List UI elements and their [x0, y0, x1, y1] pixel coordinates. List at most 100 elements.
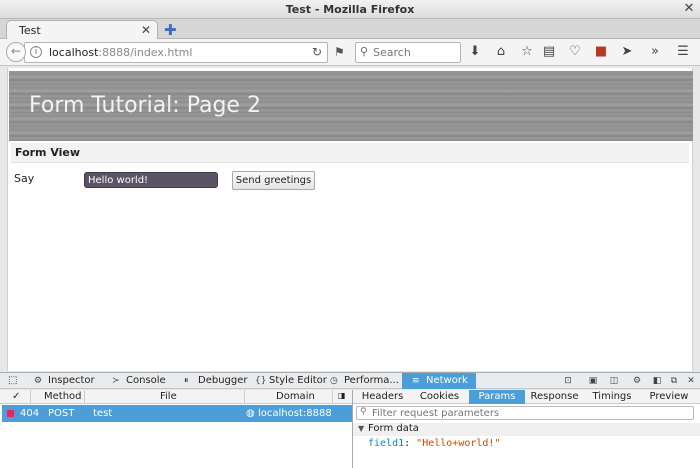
tab-network[interactable]: ≡ Network: [402, 373, 476, 389]
tab-headers[interactable]: Headers: [353, 390, 412, 404]
tab-timings[interactable]: Timings: [584, 390, 640, 404]
dock-side-icon[interactable]: ◧: [650, 374, 664, 388]
param-key: field1: [368, 438, 405, 449]
tab-style-editor-label: Style Editor: [269, 375, 327, 386]
section-header: Form View: [11, 143, 689, 163]
page-content: Form Tutorial: Page 2 Form View Say Send…: [7, 68, 693, 371]
split-console-icon[interactable]: ⊡: [561, 374, 575, 388]
reading-list-icon[interactable]: ▤: [540, 43, 558, 61]
column-divider: [332, 390, 333, 404]
param-colon: :: [404, 438, 417, 449]
window-titlebar: Test - Mozilla Firefox ✕: [0, 0, 700, 19]
tab-inspector-label: Inspector: [48, 375, 95, 386]
tab-performance-label: Performa...: [344, 375, 399, 386]
tab-console[interactable]: ≻ Console: [112, 373, 166, 389]
site-info-icon[interactable]: i: [30, 46, 42, 58]
settings-gear-icon[interactable]: ⚙: [630, 374, 644, 388]
search-bar[interactable]: ⚲: [355, 42, 461, 63]
search-icon: ⚲: [360, 45, 369, 58]
tab-strip: Test ✕ ✚: [0, 19, 700, 40]
clock-icon: ◷: [330, 376, 338, 386]
url-extension-icon[interactable]: ⚑: [334, 45, 345, 59]
window-close-icon[interactable]: ✕: [682, 2, 696, 16]
form-data-header[interactable]: ▼ Form data: [353, 423, 700, 436]
undock-window-icon[interactable]: ⧉: [667, 374, 681, 388]
tab-debugger[interactable]: ⏸ Debugger: [184, 373, 248, 389]
url-path: :8888/index.html: [98, 46, 193, 59]
back-button-icon[interactable]: ←: [6, 42, 26, 62]
tab-label: Test: [19, 24, 41, 37]
search-input[interactable]: [373, 45, 457, 60]
col-domain[interactable]: Domain: [276, 391, 315, 402]
tab-style-editor[interactable]: {} Style Editor: [255, 373, 327, 389]
request-status: 404: [20, 408, 40, 419]
devtools-close-icon[interactable]: ✕: [684, 374, 698, 388]
column-divider: [244, 390, 245, 404]
send-icon[interactable]: ➤: [618, 43, 636, 61]
url-bar[interactable]: i localhost:8888/index.html ↻: [24, 42, 328, 63]
url-text: localhost:8888/index.html: [49, 46, 192, 59]
bookmark-star-icon[interactable]: ☆: [518, 43, 536, 61]
globe-icon: ◍: [246, 408, 255, 419]
tab-console-label: Console: [126, 375, 166, 386]
tab-close-icon[interactable]: ✕: [141, 23, 151, 37]
col-method[interactable]: Method: [44, 391, 82, 402]
tab-network-label: Network: [426, 375, 468, 386]
browser-tab-test[interactable]: Test ✕: [6, 20, 158, 40]
request-file: test: [93, 408, 113, 419]
pause-icon: ⏸: [184, 376, 189, 386]
send-greetings-button[interactable]: Send greetings: [232, 171, 315, 190]
tab-debugger-label: Debugger: [198, 375, 248, 386]
col-status[interactable]: ✓: [12, 391, 20, 402]
tab-inspector[interactable]: ⚙ Inspector: [34, 373, 95, 389]
home-icon[interactable]: ⌂: [492, 43, 510, 61]
filter-params-input[interactable]: [372, 407, 690, 419]
hamburger-menu-icon[interactable]: ☰: [674, 43, 692, 61]
gear-icon: ⚙: [34, 376, 43, 386]
tab-cookies[interactable]: Cookies: [412, 390, 467, 404]
param-value: "Hello+world!": [416, 438, 501, 449]
pocket-icon[interactable]: ♡: [566, 43, 584, 61]
expand-triangle-icon: ▼: [358, 424, 365, 433]
tab-response[interactable]: Response: [525, 390, 584, 404]
element-picker-icon[interactable]: ⬚: [8, 373, 17, 389]
request-list-header: ✓ Method File Domain ◨: [0, 390, 352, 404]
form-data-label: Form data: [368, 423, 419, 434]
toggle-sidebar-icon[interactable]: ◨: [338, 391, 346, 400]
tab-preview[interactable]: Preview: [640, 390, 698, 404]
download-icon[interactable]: ⬇: [466, 43, 484, 61]
filter-box[interactable]: ⚲: [356, 406, 694, 420]
responsive-mode-icon[interactable]: ◫: [607, 374, 621, 388]
filter-search-icon: ⚲: [360, 407, 367, 417]
tab-params[interactable]: Params: [469, 390, 525, 404]
tab-performance[interactable]: ◷ Performa...: [330, 373, 399, 389]
say-label: Say: [14, 172, 35, 185]
screenshot-icon[interactable]: ▣: [586, 374, 600, 388]
url-host: localhost: [49, 46, 99, 59]
status-error-icon: [7, 410, 14, 417]
request-method: POST: [48, 408, 75, 419]
request-domain: localhost:8888: [258, 408, 332, 419]
page-banner: Form Tutorial: Page 2: [9, 71, 693, 141]
section-title: Form View: [15, 146, 81, 159]
param-row: field1: "Hello+world!": [368, 438, 500, 449]
window-title: Test - Mozilla Firefox: [285, 3, 415, 16]
page-title: Form Tutorial: Page 2: [29, 93, 261, 118]
overflow-chevron-icon[interactable]: »: [646, 43, 664, 61]
network-icon: ≡: [412, 376, 420, 386]
nav-bar: i localhost:8888/index.html ↻ ← ⚲ ⬇ ⌂ ☆ …: [0, 39, 700, 66]
params-panel: ⚲ ▼ Form data field1: "Hello+world!": [353, 404, 700, 468]
details-tabs: Headers Cookies Params Response Timings …: [353, 390, 700, 404]
say-input[interactable]: [84, 172, 218, 188]
column-divider: [84, 390, 85, 404]
request-list: 404 POST test ◍ localhost:8888: [0, 404, 352, 468]
devtools-toolbar: ⬚ ⚙ Inspector ≻ Console ⏸ Debugger {} Style …: [0, 372, 700, 389]
column-divider: [30, 390, 31, 404]
reload-icon[interactable]: ↻: [312, 45, 322, 59]
console-icon: ≻: [112, 376, 120, 386]
new-tab-icon[interactable]: ✚: [164, 21, 177, 39]
col-file[interactable]: File: [160, 391, 177, 402]
addon-icon[interactable]: ■: [592, 43, 610, 61]
table-row[interactable]: 404 POST test ◍ localhost:8888: [2, 405, 352, 422]
braces-icon: {}: [255, 376, 267, 386]
